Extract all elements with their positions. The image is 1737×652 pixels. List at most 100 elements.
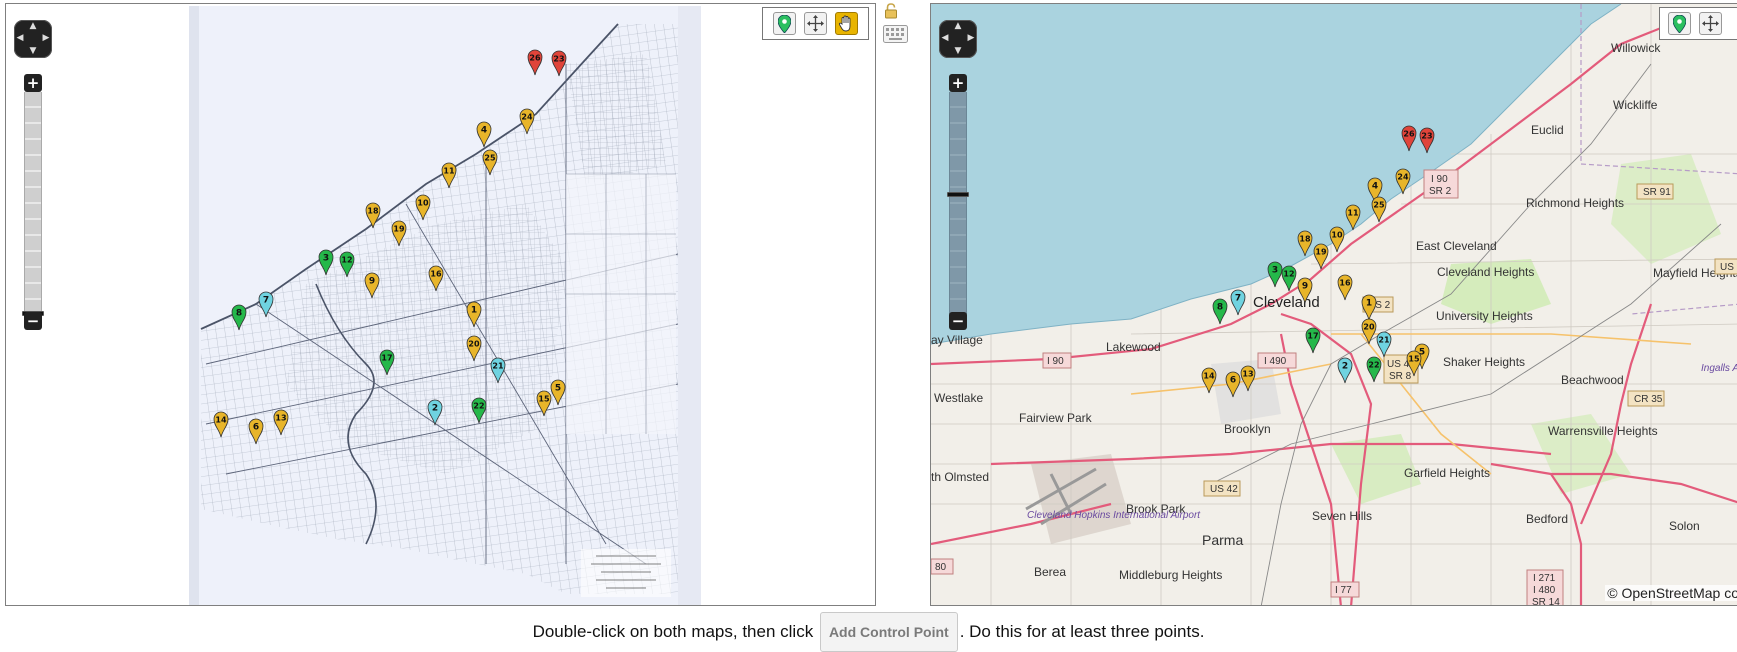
place-label-brooklyn: Brooklyn [1224, 422, 1271, 436]
pan-right-icon[interactable]: ▶ [966, 34, 976, 43]
osm-map-panel[interactable]: Willowick Wickliffe Euclid Richmond Heig… [930, 3, 1737, 606]
marker-number-label: 1 [1366, 299, 1372, 309]
place-label-berea: Berea [1034, 565, 1066, 579]
marker-number-label: 19 [393, 225, 405, 234]
shield-sr14: SR 14 [1532, 597, 1560, 606]
map-pin-icon [1673, 14, 1686, 33]
pan-arrows-icon [1702, 15, 1719, 32]
osm-marker-18[interactable]: 18 [1297, 230, 1313, 257]
marker-number-label: 25 [484, 154, 496, 163]
marker-number-label: 14 [1203, 372, 1215, 381]
marker-number-label: 13 [1242, 370, 1253, 379]
shield-sr8: SR 8 [1389, 371, 1412, 382]
pan-left-icon[interactable]: ◀ [940, 34, 950, 43]
shield-i90-west: I 90 [1047, 356, 1064, 367]
zoom-out-button-osm[interactable]: − [949, 312, 967, 330]
shield-sr2: SR 2 [1429, 186, 1452, 197]
place-label-solon: Solon [1669, 519, 1700, 533]
zoom-track-osm[interactable] [949, 92, 967, 314]
zoom-in-button-osm[interactable]: + [949, 74, 967, 92]
osm-map-tiles: Willowick Wickliffe Euclid Richmond Heig… [931, 4, 1737, 606]
drag-map-tool[interactable] [835, 12, 858, 35]
shield-80: 80 [935, 562, 947, 573]
place-label-cleveland: Cleveland [1253, 294, 1320, 311]
marker-number-label: 20 [1363, 323, 1375, 332]
move-point-tool-osm[interactable] [1699, 12, 1722, 35]
scanned-map-image: 26 2324425111810193 1291678 12017215152 2214… [189, 6, 701, 605]
place-label-bay-village: ay Village [931, 333, 983, 347]
right-map-toolbar [1659, 7, 1737, 40]
instruction-bar: Double-click on both maps, then click Ad… [0, 612, 1737, 652]
marker-number-label: 26 [1403, 130, 1415, 139]
marker-number-label: 17 [1307, 332, 1318, 341]
marker-number-label: 10 [417, 199, 429, 208]
add-point-tool-osm[interactable] [1668, 12, 1691, 35]
marker-number-label: 4 [481, 126, 487, 136]
marker-number-label: 11 [1347, 209, 1359, 218]
osm-marker-23[interactable]: 23 [1419, 127, 1435, 154]
pan-down-icon[interactable]: ▼ [28, 47, 38, 56]
marker-number-label: 18 [1299, 235, 1311, 244]
marker-number-label: 24 [1397, 173, 1409, 182]
osm-marker-26[interactable]: 26 [1401, 125, 1417, 152]
place-label-hopkins-airport: Cleveland Hopkins International Airport [1027, 510, 1201, 521]
place-label-university-heights: University Heights [1436, 309, 1533, 323]
shield-us3: US 3 [1720, 262, 1737, 273]
marker-number-label: 21 [1378, 336, 1390, 345]
marker-number-label: 8 [236, 309, 242, 319]
pan-up-icon[interactable]: ▲ [953, 22, 963, 31]
marker-number-label: 2 [432, 404, 438, 414]
place-label-warrensville-heights: Warrensville Heights [1548, 424, 1658, 438]
place-label-east-cleveland: East Cleveland [1416, 239, 1497, 253]
marker-number-label: 13 [275, 414, 286, 423]
scanned-map-panel[interactable]: 26 23 24 4 25 11 18 10 19 3 12 9 16 7 8 1 20 17 21 5 15 2 22 14… [5, 3, 876, 606]
zoom-slider-handle-osm[interactable] [947, 192, 969, 197]
place-label-shaker-heights: Shaker Heights [1443, 355, 1525, 369]
marker-number-label: 9 [1302, 282, 1308, 292]
marker-number-label: 25 [1373, 201, 1385, 210]
pan-up-icon[interactable]: ▲ [28, 22, 38, 31]
instruction-text-after: . Do this for at least three points. [959, 622, 1205, 641]
marker-number-label: 22 [473, 402, 484, 411]
lock-icon[interactable] [884, 3, 898, 19]
marker-number-label: 6 [253, 423, 259, 433]
keyboard-icon[interactable] [883, 25, 908, 43]
marker-number-label: 22 [1368, 361, 1379, 370]
marker-number-label: 23 [553, 55, 564, 64]
pan-control[interactable]: ▲ ▼ ◀ ▶ [14, 20, 52, 58]
place-label-north-olmsted: th Olmsted [931, 470, 989, 484]
pan-control-osm[interactable]: ▲ ▼ ◀ ▶ [939, 20, 977, 58]
add-point-tool[interactable] [773, 12, 796, 35]
place-label-seven-hills: Seven Hills [1312, 509, 1372, 523]
marker-number-label: 6 [1230, 376, 1236, 386]
marker-number-label: 26 [529, 54, 541, 63]
marker-number-label: 1 [471, 306, 477, 316]
pan-down-icon[interactable]: ▼ [953, 47, 963, 56]
marker-number-label: 16 [430, 270, 442, 279]
marker-number-label: 3 [1272, 266, 1278, 276]
marker-number-label: 11 [443, 167, 455, 176]
marker-number-label: 5 [555, 384, 561, 394]
marker-number-label: 12 [1283, 270, 1294, 279]
marker-number-label: 23 [1421, 132, 1432, 141]
place-label-richmond-heights: Richmond Heights [1526, 196, 1624, 210]
marker-number-label: 16 [1339, 279, 1351, 288]
pan-left-icon[interactable]: ◀ [15, 34, 25, 43]
marker-number-label: 9 [369, 277, 375, 287]
zoom-out-button[interactable]: − [24, 312, 42, 330]
move-point-tool[interactable] [804, 12, 827, 35]
place-label-garfield-heights: Garfield Heights [1404, 466, 1490, 480]
add-control-point-button[interactable]: Add Control Point [819, 612, 958, 652]
marker-number-label: 2 [1342, 362, 1348, 372]
pan-right-icon[interactable]: ▶ [41, 34, 51, 43]
zoom-track[interactable] [24, 92, 42, 314]
place-label-ingalls-airport: Ingalls Airport [1701, 363, 1737, 374]
marker-number-label: 24 [521, 113, 533, 122]
marker-number-label: 17 [381, 354, 392, 363]
shield-i490: I 490 [1264, 356, 1287, 367]
zoom-in-button[interactable]: + [24, 74, 42, 92]
shield-sr91: SR 91 [1643, 187, 1671, 198]
place-label-middleburg-heights: Middleburg Heights [1119, 568, 1222, 582]
place-label-lakewood: Lakewood [1106, 340, 1161, 354]
place-label-westlake: Westlake [934, 391, 983, 405]
